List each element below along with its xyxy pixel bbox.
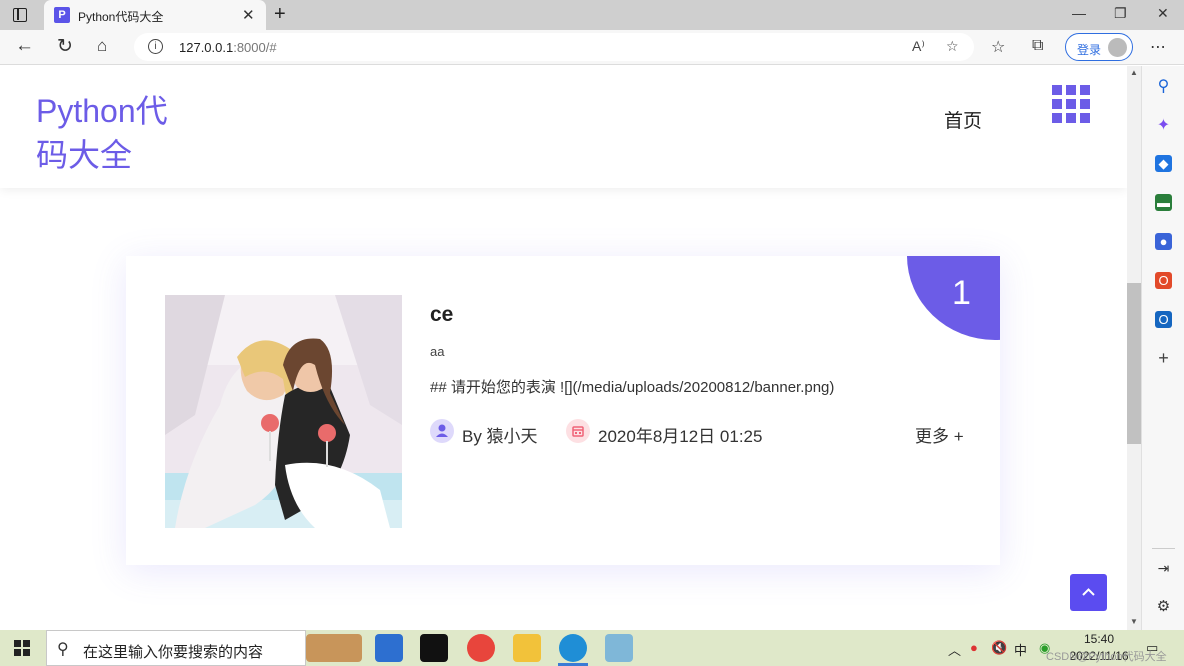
thumbnail-image (165, 295, 402, 528)
read-more-link[interactable]: 更多 + (915, 422, 964, 447)
profile-avatar (1108, 38, 1127, 57)
browser-tab[interactable]: P Python代码大全 ✕ (44, 0, 266, 30)
site-info-icon[interactable]: i (148, 39, 163, 54)
back-icon[interactable]: ← (15, 35, 34, 57)
post-thumbnail[interactable] (165, 295, 402, 528)
minimize-icon[interactable]: — (1072, 5, 1086, 21)
more-menu-icon[interactable]: ⋯ (1150, 37, 1166, 57)
copilot-icon[interactable]: ✦ (1155, 117, 1172, 134)
outlook-icon[interactable]: O (1155, 311, 1172, 328)
scroll-down-icon[interactable]: ▼ (1130, 617, 1138, 626)
site-favicon-icon: P (54, 7, 70, 23)
search-placeholder: 在这里输入你要搜索的内容 (83, 644, 264, 661)
url-text[interactable]: 127.0.0.1:8000/# (179, 40, 277, 55)
volume-muted-icon[interactable]: 🔇 (991, 640, 1007, 656)
games-icon[interactable]: ● (1155, 233, 1172, 250)
post-subtitle: aa (430, 344, 445, 359)
browser-toolbar: ← ↻ ⌂ i 127.0.0.1:8000/# A⁾ ☆ ☆ ⧉ 登录 ⋯ (0, 30, 1184, 65)
edge-icon[interactable] (559, 634, 587, 662)
chrome-icon[interactable] (467, 634, 495, 662)
ime-indicator[interactable]: 中 (1014, 640, 1027, 659)
nav-home-link[interactable]: 首页 (944, 106, 982, 133)
collections-icon[interactable]: ⧉ (1032, 37, 1043, 55)
calendar-icon (566, 419, 590, 443)
post-excerpt: ## 请开始您的表演 ![](/media/uploads/20200812/b… (430, 379, 835, 396)
settings-gear-icon[interactable]: ⚙ (1155, 598, 1172, 615)
home-icon[interactable]: ⌂ (97, 36, 107, 56)
search-icon[interactable]: ⚲ (1155, 78, 1172, 95)
post-card: 1 ce aa ## 请开始您的表演 ![](/media/uploads/20… (126, 256, 1000, 565)
pycharm-icon[interactable] (420, 634, 448, 662)
notepad-icon[interactable] (605, 634, 633, 662)
browser-tab-bar: P Python代码大全 ✕ + — ❐ ✕ (0, 0, 1184, 30)
tray-expand-icon[interactable]: ︿ (948, 640, 961, 659)
taskbar-scenery-icon[interactable] (306, 634, 362, 662)
post-author: By 猿小天 (462, 427, 538, 446)
csdn-watermark: CSDN@Python代码大全 (1046, 651, 1167, 663)
taskbar-search[interactable]: ⚲ 在这里输入你要搜索的内容 (46, 630, 306, 666)
add-favorite-icon[interactable]: ☆ (946, 38, 959, 55)
sidebar-toggle-icon[interactable]: ⇥ (1155, 560, 1172, 577)
back-to-top-button[interactable] (1070, 574, 1107, 611)
file-explorer-icon[interactable] (513, 634, 541, 662)
user-icon (430, 419, 454, 443)
login-button[interactable]: 登录 (1065, 33, 1133, 61)
tab-close-icon[interactable]: ✕ (242, 6, 255, 24)
clock-time: 15:40 (1083, 632, 1115, 646)
tools-icon[interactable]: ▬ (1155, 194, 1172, 211)
scroll-thumb[interactable] (1127, 283, 1141, 444)
web-page: Python代码大全 首页 1 ce aa ## 请开始您的表演 ![](/me… (0, 66, 1127, 630)
windows-taskbar: ⚲ 在这里输入你要搜索的内容 ︿ ● 🔇 中 ◉ 15:40 2022/11/1… (0, 630, 1184, 666)
scroll-up-icon[interactable]: ▲ (1130, 68, 1138, 77)
qq-icon[interactable]: ● (970, 640, 978, 655)
tab-actions-icon[interactable] (8, 5, 30, 25)
refresh-icon[interactable]: ↻ (57, 35, 73, 58)
url-path: :8000/# (233, 40, 277, 55)
read-aloud-icon[interactable]: A⁾ (912, 38, 925, 55)
page-scrollbar[interactable]: ▲ ▼ (1127, 66, 1141, 630)
mail-icon[interactable] (375, 634, 403, 662)
grid-menu-icon[interactable] (1052, 85, 1090, 123)
url-host: 127.0.0.1 (179, 40, 234, 55)
restore-icon[interactable]: ❐ (1114, 5, 1127, 22)
browser-sidebar: ⚲ ✦ ◆ ▬ ● O O + ⇥ ⚙ (1141, 66, 1184, 630)
rank-number: 1 (952, 274, 971, 312)
post-date: 2020年8月12日 01:25 (598, 427, 763, 446)
shopping-tag-icon[interactable]: ◆ (1155, 155, 1172, 172)
login-label: 登录 (1077, 43, 1102, 57)
new-tab-icon[interactable]: + (274, 3, 286, 26)
site-logo[interactable]: Python代码大全 (36, 89, 186, 177)
window-close-icon[interactable]: ✕ (1157, 5, 1169, 22)
site-header: Python代码大全 首页 (0, 66, 1127, 188)
sidebar-divider (1152, 548, 1175, 549)
tab-title: Python代码大全 (78, 10, 164, 24)
windows-start-icon[interactable] (14, 640, 30, 656)
post-title[interactable]: ce (430, 303, 453, 327)
search-icon: ⚲ (57, 641, 69, 658)
add-icon[interactable]: + (1155, 349, 1172, 367)
office-icon[interactable]: O (1155, 272, 1172, 289)
address-bar[interactable]: i 127.0.0.1:8000/# A⁾ ☆ (134, 33, 974, 61)
favorites-icon[interactable]: ☆ (991, 37, 1005, 57)
chevron-up-icon (1082, 588, 1095, 596)
